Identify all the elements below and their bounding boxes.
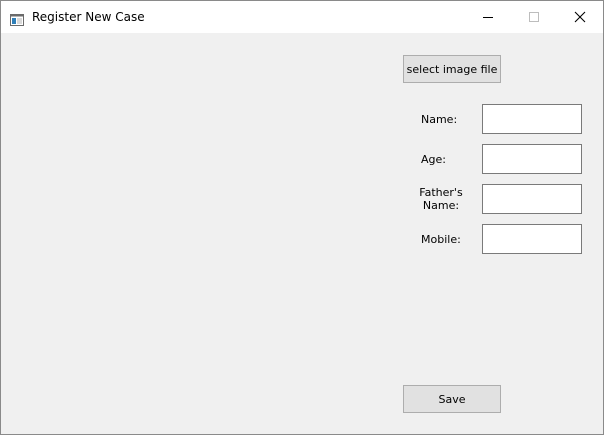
maximize-button[interactable] (511, 1, 557, 33)
register-new-case-window: Register New Case select image file Name… (0, 0, 604, 435)
maximize-icon (528, 8, 540, 27)
title-bar[interactable]: Register New Case (1, 1, 603, 33)
window-title: Register New Case (32, 10, 145, 24)
fathers-name-label-line2: Name: (422, 199, 460, 212)
form-area: select image file Name: Age: Father's Na… (1, 33, 603, 434)
fathers-name-field[interactable] (482, 184, 582, 214)
fathers-name-label-line1: Father's (419, 186, 463, 199)
app-window-icon (10, 11, 24, 26)
age-field[interactable] (482, 144, 582, 174)
select-image-file-button[interactable]: select image file (403, 55, 501, 83)
name-label: Name: (421, 113, 458, 126)
mobile-label: Mobile: (421, 233, 461, 246)
close-button[interactable] (557, 1, 603, 33)
minimize-icon (482, 8, 494, 27)
age-label: Age: (421, 153, 446, 166)
minimize-button[interactable] (465, 1, 511, 33)
mobile-field[interactable] (482, 224, 582, 254)
name-field[interactable] (482, 104, 582, 134)
close-icon (574, 8, 586, 27)
save-button[interactable]: Save (403, 385, 501, 413)
fathers-name-label: Father's Name: (419, 186, 463, 212)
